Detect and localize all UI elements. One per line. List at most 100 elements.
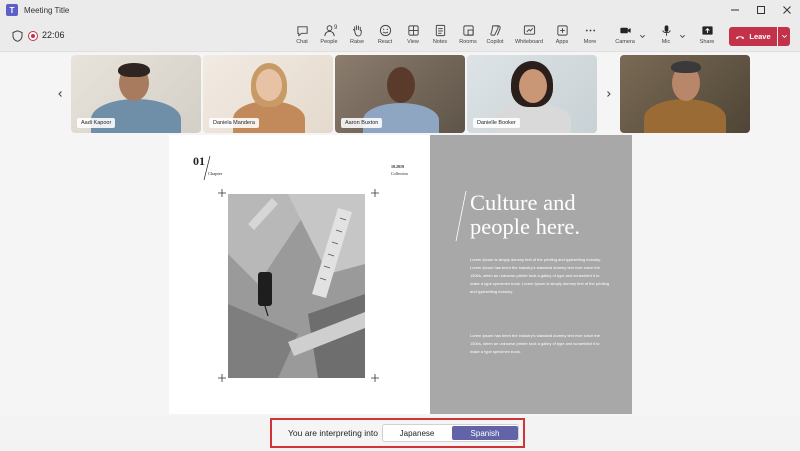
notes-icon <box>435 24 445 37</box>
react-label: React <box>377 39 393 45</box>
more-dots-icon <box>585 29 595 32</box>
whiteboard-button[interactable]: Whiteboard <box>515 24 543 50</box>
rooms-label: Rooms <box>459 39 477 45</box>
crosshair-mark-icon <box>218 189 226 197</box>
interpretation-bar: You are interpreting into Japanese Spani… <box>270 418 525 448</box>
participant-video-tile[interactable]: Danielle Booker <box>467 55 597 133</box>
window-titlebar: T Meeting Title <box>0 0 800 20</box>
chevron-down-icon <box>781 34 787 38</box>
participant-video-tile[interactable]: Daniela Mandera <box>203 55 333 133</box>
slide-paragraph: Lorem Ipsum is simply dummy text of the … <box>470 257 609 294</box>
microphone-icon <box>661 25 671 36</box>
raise-hand-icon <box>352 25 362 37</box>
window-title: Meeting Title <box>24 5 70 15</box>
crosshair-mark-icon <box>371 374 379 382</box>
camera-label: Camera <box>615 39 635 45</box>
participant-video-tile[interactable]: Aadi Kapoor <box>71 55 201 133</box>
scroll-left-button[interactable] <box>50 55 70 133</box>
people-count-badge: 9 <box>334 25 338 31</box>
whiteboard-icon <box>523 25 535 35</box>
chat-button[interactable]: Chat <box>288 24 316 50</box>
slide-date: 10.2019 <box>391 164 404 169</box>
meeting-toolbar: 22:06 Chat 9 People Raise React View Not… <box>0 20 800 52</box>
scroll-right-button[interactable] <box>599 55 619 133</box>
hang-up-phone-icon <box>736 35 745 39</box>
apps-button[interactable]: Apps <box>548 24 576 50</box>
people-label: People <box>320 39 338 45</box>
language-toggle: Japanese Spanish <box>382 424 519 442</box>
slide-collection-label: Collection <box>391 171 408 176</box>
participant-hair <box>118 63 150 77</box>
view-grid-icon <box>407 25 419 36</box>
share-screen-icon <box>701 26 713 35</box>
view-label: View <box>407 39 419 45</box>
participant-face <box>519 69 547 103</box>
interpretation-label: You are interpreting into <box>288 428 378 438</box>
camera-button[interactable]: Camera <box>611 24 639 50</box>
slide-headline-line2: people here. <box>470 214 580 239</box>
copilot-icon <box>489 25 501 36</box>
maximize-button[interactable] <box>748 0 774 20</box>
share-button[interactable]: Share <box>693 24 721 50</box>
share-label: Share <box>699 39 715 45</box>
maximize-icon <box>757 6 765 14</box>
minimize-icon <box>731 9 739 11</box>
participant-hair <box>671 61 701 73</box>
participant-video-tile[interactable]: Aaron Buxton <box>335 55 465 133</box>
apps-plus-icon <box>556 25 568 36</box>
teams-logo-icon: T <box>6 4 18 16</box>
apps-label: Apps <box>555 39 569 45</box>
notes-button[interactable]: Notes <box>426 24 454 50</box>
view-button[interactable]: View <box>399 24 427 50</box>
participant-name: Danielle Booker <box>473 118 520 128</box>
camera-icon <box>619 27 631 34</box>
rooms-button[interactable]: Rooms <box>454 24 482 50</box>
chevron-left-icon <box>58 91 62 97</box>
language-option-spanish[interactable]: Spanish <box>452 426 518 440</box>
language-option-japanese[interactable]: Japanese <box>384 426 450 440</box>
chevron-right-icon <box>607 91 611 97</box>
mic-options-chevron-icon[interactable] <box>679 33 686 40</box>
more-button[interactable]: More <box>576 24 604 50</box>
slide-slash-decoration <box>203 155 211 181</box>
close-window-button[interactable] <box>774 0 800 20</box>
whiteboard-label: Whiteboard <box>514 39 544 45</box>
meeting-timer: 22:06 <box>42 30 65 40</box>
crosshair-mark-icon <box>371 189 379 197</box>
notes-label: Notes <box>432 39 448 45</box>
minimize-button[interactable] <box>722 0 748 20</box>
copilot-button[interactable]: Copilot <box>481 24 509 50</box>
workbench-photo-illustration <box>228 194 365 378</box>
shield-icon <box>12 30 23 42</box>
recording-icon <box>28 31 38 41</box>
slide-paragraph: Lorem Ipsum has been the industry's stan… <box>470 333 600 354</box>
mic-button[interactable]: Mic <box>652 24 680 50</box>
chat-label: Chat <box>296 39 308 45</box>
leave-label: Leave <box>749 32 771 41</box>
participant-figure <box>644 99 726 133</box>
participant-name: Aaron Buxton <box>341 118 383 128</box>
slide-headline: Culture and people here. <box>470 191 620 239</box>
camera-options-chevron-icon[interactable] <box>639 33 646 40</box>
headline-slash-decoration <box>455 190 467 242</box>
leave-button[interactable]: Leave <box>729 27 777 46</box>
slide-chapter-label: Chapter <box>208 171 223 176</box>
react-button[interactable]: React <box>371 24 399 50</box>
participant-face <box>387 67 415 103</box>
slide-photo-workbench <box>228 194 365 378</box>
mic-label: Mic <box>661 39 671 45</box>
more-label: More <box>583 39 597 45</box>
react-icon <box>379 24 391 37</box>
chat-icon <box>296 26 308 37</box>
people-button[interactable]: 9 People <box>315 24 343 50</box>
raise-hand-button[interactable]: Raise <box>343 24 371 50</box>
leave-options-button[interactable] <box>778 27 790 46</box>
participant-name: Daniela Mandera <box>209 118 259 128</box>
rooms-icon <box>462 25 474 36</box>
participant-face <box>256 69 282 101</box>
participant-video-tile[interactable] <box>620 55 750 133</box>
crosshair-mark-icon <box>218 374 226 382</box>
participant-name: Aadi Kapoor <box>77 118 116 128</box>
raise-label: Raise <box>349 39 365 45</box>
copilot-label: Copilot <box>486 39 504 45</box>
